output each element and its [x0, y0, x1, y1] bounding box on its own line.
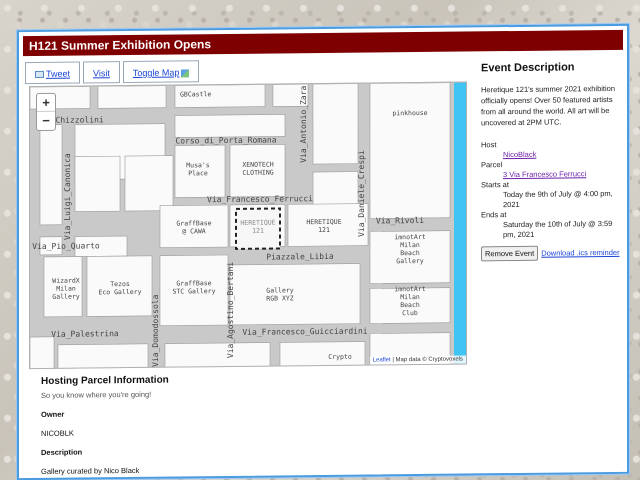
map-block — [369, 82, 451, 219]
tweet-label: Tweet — [46, 68, 71, 79]
map-block — [174, 114, 286, 138]
owner-label: Owner — [41, 409, 65, 419]
map-block — [229, 263, 361, 326]
parcel-label-xenotech: XENOTECHCLOTHING — [242, 161, 273, 177]
map-block — [312, 83, 359, 165]
toggle-map-button[interactable]: Toggle Map — [122, 60, 200, 84]
parcel-label-graffbase-stc: GraffBaseSTC Gallery — [172, 279, 215, 295]
street-label: Via_Domodossola — [151, 294, 160, 367]
map-attribution: Leaflet | Map data © Cryptovoxels — [369, 355, 466, 365]
download-ics-link[interactable]: Download .ics reminder — [541, 248, 619, 258]
map-block — [39, 124, 63, 226]
parcel-label-musas: Musa'sPlace — [186, 161, 210, 177]
description-value: Gallery curated by Nico Black — [41, 465, 140, 476]
map-block — [124, 155, 174, 212]
zoom-control: + − — [36, 92, 56, 132]
street-label: Via_Pio_Quarto — [32, 241, 100, 251]
street-label: Piazzale_Libia — [266, 252, 334, 262]
street-label: Corso_di_Porta_Romana — [175, 135, 276, 145]
street-label: Via_Rivoli — [376, 216, 424, 226]
parcel-link[interactable]: 3 Via Francesco Ferrucci — [503, 169, 586, 179]
visit-button[interactable]: Visit — [83, 61, 120, 84]
parcel-label-crypto: Crypto — [328, 353, 352, 361]
remove-event-button[interactable]: Remove Event — [481, 245, 539, 262]
map-block — [57, 343, 149, 370]
parcel-map[interactable]: Via_Chizzolini Corso_di_Porta_Romana Via_F… — [29, 81, 467, 370]
street-label: Via_Agostino_Bertani — [226, 262, 235, 359]
map-block — [164, 342, 271, 369]
leaflet-link[interactable]: Leaflet — [373, 357, 391, 363]
starts-value: Today the 9th of July @ 4:00 pm, 2021 — [503, 188, 613, 210]
hosting-heading: Hosting Parcel Information — [41, 374, 169, 387]
map-icon — [181, 69, 190, 78]
zoom-out-button[interactable]: − — [37, 112, 55, 130]
event-panel: H121 Summer Exhibition Opens Tweet Visit… — [17, 23, 629, 480]
water-strip — [454, 82, 467, 366]
map-block — [279, 341, 366, 368]
street-label: Via_Luigi_Canonica — [63, 153, 72, 240]
attribution-text: | Map data © Cryptovoxels — [390, 356, 463, 364]
action-buttons: Tweet Visit Toggle Map — [25, 60, 202, 85]
map-block — [30, 336, 55, 370]
map-block — [74, 155, 121, 212]
street-label: Via_Antonio_Zara — [299, 85, 308, 162]
hosting-subheading: So you know where you're going! — [41, 389, 152, 400]
street-label: Via_Daniele_Crespi — [357, 150, 366, 237]
event-description-panel: Event Description Heretique 121's summer… — [481, 61, 626, 262]
toggle-map-label: Toggle Map — [132, 67, 180, 78]
street-label: Via_Palestrina — [51, 329, 119, 339]
event-heading: Event Description — [481, 61, 575, 75]
page-title: H121 Summer Exhibition Opens — [23, 29, 623, 57]
description-label: Description — [41, 447, 83, 457]
parcel-label-pinkhouse: pinkhouse — [392, 109, 427, 117]
hosting-parcel-section: Hosting Parcel Information So you know w… — [41, 372, 461, 480]
street-label: Via_Francesco_Ferrucci — [207, 194, 313, 204]
parcel-label-rgbxyz: GalleryRGB XYZ — [266, 286, 293, 302]
ends-value: Saturday the 10th of July @ 3:59 pm, 202… — [503, 218, 613, 240]
map-canvas[interactable]: Via_ChizzoliniCorso_di_Porta_RomanaVia_F… — [30, 82, 467, 370]
parcel-label-wizardx: WizardXMilanGallery — [52, 277, 79, 301]
tweet-button[interactable]: Tweet — [25, 61, 81, 85]
street-label: Via_Francesco_Guicciardini — [242, 327, 367, 337]
host-link[interactable]: NicoBlack — [503, 150, 536, 159]
event-description: Heretique 121's summer 2021 exhibition o… — [481, 83, 616, 128]
parcel-label-gbcastle: GBCastle — [180, 90, 211, 98]
zoom-in-button[interactable]: + — [37, 93, 55, 112]
map-block — [97, 85, 167, 109]
owner-value: NICOBLK — [41, 428, 74, 438]
tweet-icon — [35, 71, 44, 79]
